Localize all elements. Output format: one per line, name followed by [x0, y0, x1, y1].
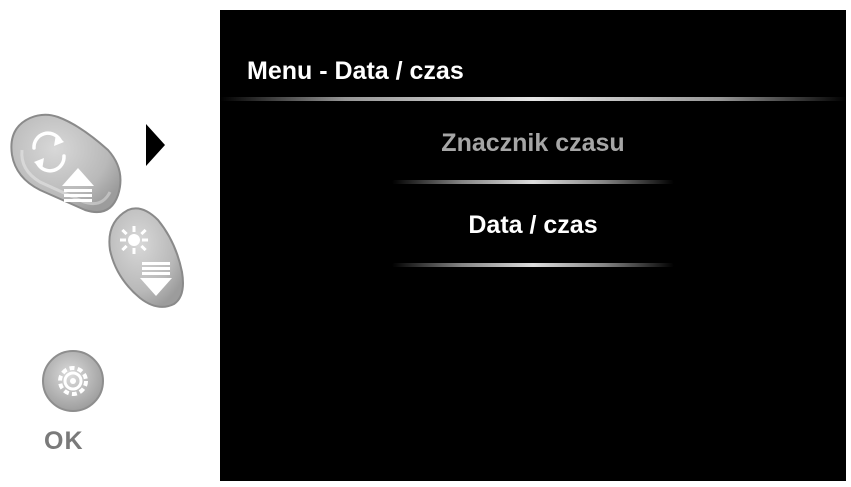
menu-title: Menu - Data / czas [247, 57, 464, 85]
menu-item-divider [392, 180, 674, 184]
device-screen: Menu - Data / czas Znacznik czasu Data /… [220, 10, 846, 481]
menu-item-date-time[interactable]: Data / czas [220, 211, 846, 240]
device-ui: OK Menu - Data / czas Znacznik czasu Dat… [0, 0, 851, 487]
control-buttons-graphic [10, 113, 184, 412]
menu-item-divider [392, 263, 674, 267]
selection-indicator-icon [146, 124, 165, 166]
control-panel: OK [0, 0, 215, 487]
ok-button[interactable] [42, 350, 104, 412]
rotate-up-button[interactable] [10, 113, 122, 214]
title-divider [220, 97, 846, 101]
menu-item-timestamp[interactable]: Znacznik czasu [220, 129, 846, 158]
ok-button-label: OK [44, 427, 84, 455]
brightness-icon [120, 226, 148, 254]
brightness-down-button[interactable] [108, 207, 184, 308]
